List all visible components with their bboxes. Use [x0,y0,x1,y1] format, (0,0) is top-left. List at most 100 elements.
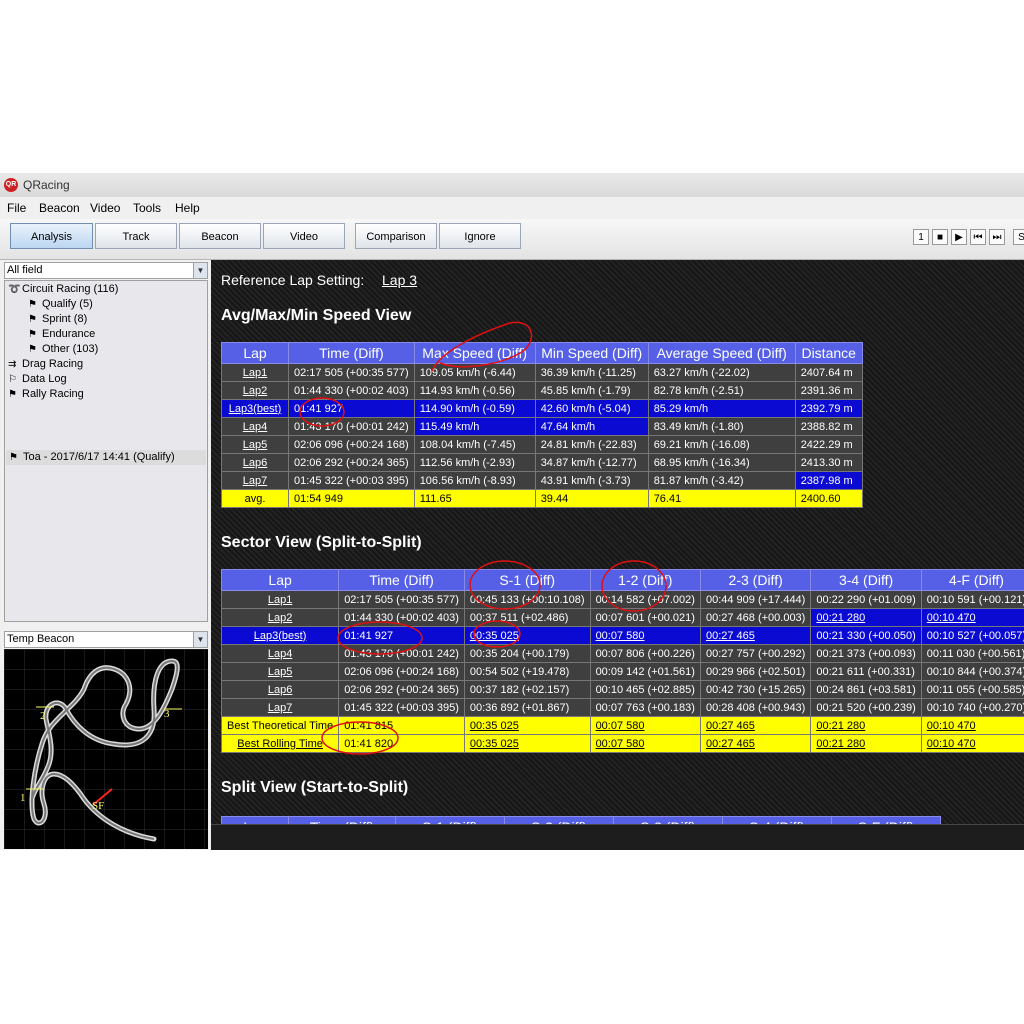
tree-item-drag-racing[interactable]: ⇉ Drag Racing [8,358,83,370]
lap-link[interactable]: Lap6 [221,453,289,472]
tree-item-data-log[interactable]: ⚐ Data Log [8,373,67,385]
table-cell: 83.49 km/h (-1.80) [647,417,796,436]
lap-link[interactable]: Lap1 [221,363,289,382]
lap-link[interactable]: Lap7 [221,471,289,490]
column-header[interactable]: 1-2 (Diff) [589,569,701,591]
stop-button[interactable]: ■ [932,229,948,245]
table-cell[interactable]: 00:07 580 [589,716,701,735]
table-cell: 69.21 km/h (-16.08) [647,435,796,454]
play-button[interactable]: ▶ [951,229,967,245]
session-item[interactable]: ⚑ Toa - 2017/6/17 14:41 (Qualify) [6,450,206,465]
speed-button[interactable]: S [1013,229,1024,245]
table-header-row: Lap Time (Diff) Max Speed (Diff) Min Speed … [221,342,863,364]
table-cell[interactable]: 00:35 025 [463,734,591,753]
reference-lap-link[interactable]: Lap 3 [382,272,417,288]
table-row: Lap2 01:44 330 (+00:02 403) 114.93 km/h (-… [221,381,863,400]
lap-link[interactable]: Lap3(best) [220,626,340,645]
menu-bar: File Beacon Video Tools Help [0,197,1024,219]
column-header[interactable]: Distance [794,342,863,364]
chevron-down-icon[interactable]: ▼ [193,263,207,278]
table-row: Lap5 02:06 096 (+00:24 168) 00:54 502 (+19… [220,662,1024,681]
column-header[interactable]: 3-4 (Diff) [810,569,922,591]
lap-link[interactable]: Lap5 [220,662,340,681]
table-cell: 24.81 km/h (-22.83) [534,435,649,454]
table-cell[interactable]: 00:21 280 [810,716,922,735]
menu-beacon[interactable]: Beacon [39,201,80,215]
tree-item-sprint[interactable]: ⚑ Sprint (8) [28,313,87,325]
flag-icon: ⚑ [9,452,18,463]
table-cell: 00:44 909 (+17.444) [699,590,812,609]
page-number[interactable]: 1 [913,229,929,245]
menu-tools[interactable]: Tools [133,201,161,215]
drag-icon: ⇉ [8,359,17,370]
table-cell: avg. [221,489,289,508]
table-cell: 00:21 330 (+00.050) [810,626,922,645]
reference-lap-label: Reference Lap Setting: [221,272,365,288]
table-cell: 00:09 142 (+01.561) [589,662,701,681]
chevron-down-icon[interactable]: ▼ [193,632,207,647]
table-cell: 00:37 182 (+02.157) [463,680,591,699]
toolbar: Analysis Track Beacon Video Comparison I… [0,219,1024,260]
lap-link[interactable]: Lap2 [221,381,289,400]
table-cell[interactable]: 00:21 280 [810,608,922,627]
session-entry[interactable]: ⚑ Toa - 2017/6/17 14:41 (Qualify) [9,451,175,463]
lap-link[interactable]: Lap1 [220,590,340,609]
menu-video[interactable]: Video [90,201,120,215]
column-header[interactable]: Time (Diff) [288,342,415,364]
menu-help[interactable]: Help [175,201,200,215]
tree-item-endurance[interactable]: ⚑ Endurance [28,328,95,340]
tab-analysis[interactable]: Analysis [10,223,93,249]
beacon-combo[interactable]: Temp Beacon ▼ [4,631,208,648]
table-cell: 00:37 511 (+02.486) [463,608,591,627]
column-header[interactable]: 2-3 (Diff) [699,569,812,591]
table-cell[interactable]: 00:10 470 [920,716,1024,735]
column-header[interactable]: Lap [220,569,340,591]
menu-file[interactable]: File [7,201,26,215]
column-header[interactable]: 4-F (Diff) [920,569,1024,591]
table-cell: 106.56 km/h (-8.93) [413,471,536,490]
lap-link[interactable]: Lap7 [220,698,340,717]
tree-item-qualify[interactable]: ⚑ Qualify (5) [28,298,93,310]
column-header[interactable]: Time (Diff) [338,569,465,591]
column-header[interactable]: Max Speed (Diff) [413,342,536,364]
tree-item-rally-racing[interactable]: ⚑ Rally Racing [8,388,84,400]
beacon-1-label: 1 [20,792,26,804]
row-label[interactable]: Best Rolling Time [220,734,340,753]
table-cell: 00:10 527 (+00.057) [920,626,1024,645]
table-cell[interactable]: 00:07 580 [589,734,701,753]
lap-link[interactable]: Lap3(best) [221,399,289,418]
table-cell[interactable]: 00:21 280 [810,734,922,753]
table-cell[interactable]: 00:10 470 [920,608,1024,627]
tree-item-circuit-racing[interactable]: ➰ Circuit Racing (116) [8,283,118,295]
table-cell[interactable]: 00:27 465 [699,626,812,645]
column-header[interactable]: Lap [221,342,289,364]
tab-track[interactable]: Track [95,223,177,249]
table-cell[interactable]: 00:27 465 [699,734,812,753]
table-cell[interactable]: 00:35 025 [463,716,591,735]
lap-link[interactable]: Lap4 [221,417,289,436]
lap-link[interactable]: Lap6 [220,680,340,699]
table-cell[interactable]: 00:07 580 [589,626,701,645]
lap-link[interactable]: Lap2 [220,608,340,627]
tab-video[interactable]: Video [263,223,345,249]
table-cell[interactable]: 00:10 470 [920,734,1024,753]
left-panel: All field ▼ ➰ Circuit Racing (116) ⚑ Quali… [0,260,210,850]
column-header[interactable]: Min Speed (Diff) [534,342,649,364]
filter-combo[interactable]: All field ▼ [4,262,208,279]
table-row: Lap7 01:45 322 (+00:03 395) 00:36 892 (+01… [220,698,1024,717]
tab-comparison[interactable]: Comparison [355,223,437,249]
skip-forward-button[interactable]: ⏭ [989,229,1005,245]
table-cell[interactable]: 00:35 025 [463,626,591,645]
lap-link[interactable]: Lap4 [220,644,340,663]
track-map[interactable]: 2 3 1 SF [4,649,208,849]
column-header[interactable]: Average Speed (Diff) [647,342,796,364]
lap-link[interactable]: Lap5 [221,435,289,454]
column-header[interactable]: S-1 (Diff) [463,569,591,591]
tree-item-other[interactable]: ⚑ Other (103) [28,343,98,355]
tab-ignore[interactable]: Ignore [439,223,521,249]
skip-back-button[interactable]: ⏮ [970,229,986,245]
table-cell[interactable]: 00:27 465 [699,716,812,735]
tab-beacon[interactable]: Beacon [179,223,261,249]
table-row: Lap5 02:06 096 (+00:24 168) 108.04 km/h (-… [221,435,863,454]
table-cell: 00:35 204 (+00.179) [463,644,591,663]
